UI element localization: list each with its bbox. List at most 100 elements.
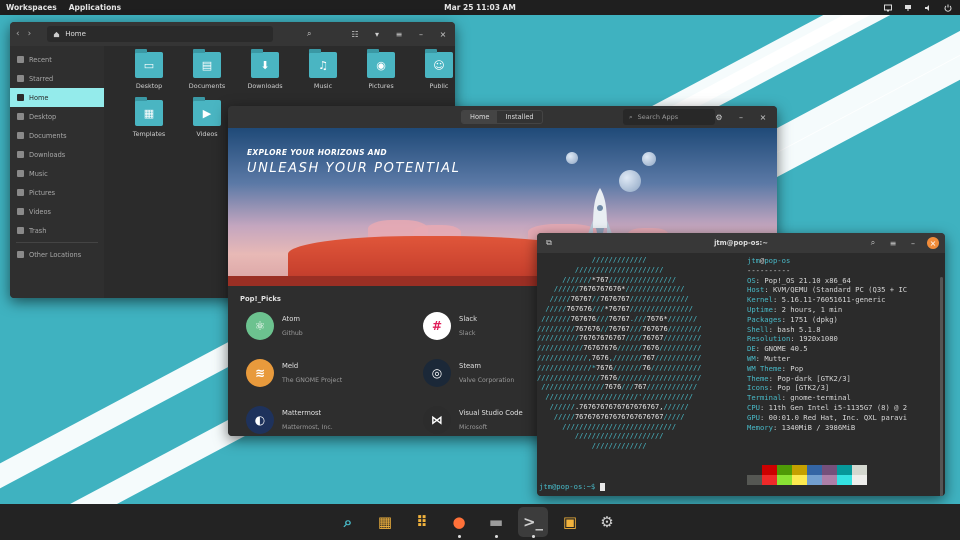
sidebar-item-documents[interactable]: Documents <box>10 126 104 145</box>
dock-item[interactable]: ⌕ <box>333 507 363 537</box>
network-icon[interactable] <box>904 4 912 12</box>
running-indicator <box>532 535 535 538</box>
close-icon[interactable]: × <box>757 111 769 123</box>
dock-item[interactable]: ▬ <box>481 507 511 537</box>
sidebar-item-label: Pictures <box>29 189 55 197</box>
sidebar-item-desktop[interactable]: Desktop <box>10 107 104 126</box>
view-options-icon[interactable]: ☷ <box>349 28 361 40</box>
shop-header: Home Installed ⌕ Search Apps ⚙ – × <box>228 106 777 128</box>
color-swatch <box>837 465 852 475</box>
sidebar-item-label: Videos <box>29 208 51 216</box>
terminal-output[interactable]: ///////////// ///////////////////// ////… <box>537 253 945 496</box>
info-value: 2 hours, 1 min <box>782 305 843 314</box>
color-swatch <box>852 465 867 475</box>
sidebar-item-other-locations[interactable]: Other Locations <box>10 245 104 264</box>
volume-icon[interactable] <box>924 4 932 12</box>
sidebar-item-recent[interactable]: Recent <box>10 50 104 69</box>
info-value: 5.16.11-76051611-generic <box>782 295 886 304</box>
dock-item[interactable]: >_ <box>518 507 548 537</box>
dock-item[interactable]: ⠿ <box>407 507 437 537</box>
path-bar[interactable]: Home <box>47 26 273 42</box>
picture-icon <box>17 189 24 196</box>
search-icon[interactable]: ⌕ <box>303 28 315 40</box>
app-card-slack[interactable]: #SlackSlack <box>423 312 477 340</box>
workspaces-icon: ▦ <box>378 513 392 531</box>
folder-icon: ☺ <box>425 52 453 78</box>
close-icon[interactable]: × <box>927 237 939 249</box>
app-card-mattermost[interactable]: ◐MattermostMattermost, Inc. <box>246 406 333 434</box>
close-icon[interactable]: × <box>437 28 449 40</box>
dock-item[interactable]: ▣ <box>555 507 585 537</box>
info-value: 1920x1080 <box>799 334 838 343</box>
dock-item[interactable]: ● <box>444 507 474 537</box>
color-swatch <box>807 475 822 485</box>
dock-item[interactable]: ▦ <box>370 507 400 537</box>
info-value: KVM/QEMU (Standard PC (Q35 + IC <box>773 285 907 294</box>
clock[interactable]: Mar 25 11:03 AM <box>444 3 516 12</box>
folder-public[interactable]: ☺Public <box>410 52 455 90</box>
sidebar-item-trash[interactable]: Trash <box>10 221 104 240</box>
app-card-meld[interactable]: ≋MeldThe GNOME Project <box>246 359 342 387</box>
color-swatch <box>762 465 777 475</box>
sidebar-item-starred[interactable]: Starred <box>10 69 104 88</box>
sidebar-item-pictures[interactable]: Pictures <box>10 183 104 202</box>
app-card-visual-studio-code[interactable]: ⋈Visual Studio CodeMicrosoft <box>423 406 523 434</box>
back-icon[interactable]: ‹ <box>16 29 20 39</box>
trash-icon <box>17 227 24 234</box>
sidebar-item-videos[interactable]: Videos <box>10 202 104 221</box>
chevron-down-icon[interactable]: ▾ <box>371 28 383 40</box>
info-value: 11th Gen Intel i5-1135G7 (8) @ 2 <box>769 403 907 412</box>
running-indicator <box>495 535 498 538</box>
color-swatch <box>777 475 792 485</box>
folder-templates[interactable]: ▦Templates <box>120 100 178 138</box>
tab-installed[interactable]: Installed <box>497 111 541 123</box>
shell-prompt[interactable]: jtm@pop-os:~$ <box>539 482 605 492</box>
power-icon[interactable] <box>944 4 952 12</box>
menu-icon[interactable]: ≡ <box>393 28 405 40</box>
scrollbar[interactable] <box>940 277 943 496</box>
search-apps-input[interactable]: ⌕ Search Apps <box>623 109 715 125</box>
sidebar-item-label: Documents <box>29 132 67 140</box>
folder-label: Documents <box>189 82 225 90</box>
dock-item[interactable]: ⚙ <box>592 507 622 537</box>
menu-icon[interactable]: ≡ <box>887 237 899 249</box>
info-value: 00:01.0 Red Hat, Inc. QXL paravi <box>769 413 907 422</box>
files-sidebar: RecentStarredHomeDesktop Documents Downloa… <box>10 46 104 298</box>
sidebar-item-music[interactable]: Music <box>10 164 104 183</box>
music-icon <box>17 170 24 177</box>
folder-music[interactable]: ♫Music <box>294 52 352 90</box>
app-grid-icon: ⠿ <box>416 513 428 531</box>
folder-icon: ▭ <box>135 52 163 78</box>
minimize-icon[interactable]: – <box>907 237 919 249</box>
applications-button[interactable]: Applications <box>69 3 121 12</box>
folder-documents[interactable]: ▤Documents <box>178 52 236 90</box>
folder-pictures[interactable]: ◉Pictures <box>352 52 410 90</box>
folder-label: Desktop <box>136 82 162 90</box>
app-card-atom[interactable]: ⚛AtomGithub <box>246 312 303 340</box>
sidebar-item-home[interactable]: Home <box>10 88 104 107</box>
info-key: Packages <box>747 315 782 324</box>
app-card-steam[interactable]: ◎SteamValve Corporation <box>423 359 514 387</box>
clock-icon <box>17 56 24 63</box>
folder-label: Videos <box>196 130 217 138</box>
info-separator: ---------- <box>747 266 790 275</box>
files-icon: ▬ <box>489 513 503 531</box>
minimize-icon[interactable]: – <box>735 111 747 123</box>
search-icon: ⌕ <box>629 113 633 122</box>
folder-label: Templates <box>133 130 166 138</box>
workspaces-button[interactable]: Workspaces <box>6 3 57 12</box>
folder-desktop[interactable]: ▭ Desktop <box>120 52 178 90</box>
forward-icon[interactable]: › <box>28 29 32 39</box>
info-key: WM Theme <box>747 364 782 373</box>
gear-icon[interactable]: ⚙ <box>713 111 725 123</box>
tab-home[interactable]: Home <box>462 111 497 123</box>
sidebar-item-downloads[interactable]: Downloads <box>10 145 104 164</box>
search-icon[interactable]: ⌕ <box>867 237 879 249</box>
color-swatch <box>747 475 762 485</box>
display-icon[interactable] <box>884 4 892 12</box>
minimize-icon[interactable]: – <box>415 28 427 40</box>
top-bar: Workspaces Applications Mar 25 11:03 AM <box>0 0 960 15</box>
info-key: Uptime <box>747 305 773 314</box>
folder-downloads[interactable]: ⬇Downloads <box>236 52 294 90</box>
sidebar-item-label: Other Locations <box>29 251 81 259</box>
